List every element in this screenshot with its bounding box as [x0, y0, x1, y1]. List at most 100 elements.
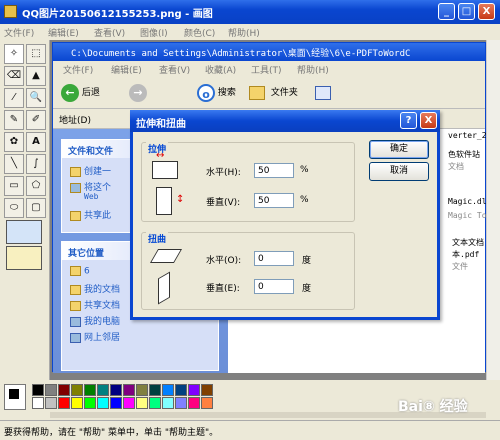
explorer-path: C:\Documents and Settings\Administrator\… [71, 49, 411, 59]
color-swatch[interactable] [45, 397, 57, 409]
airbrush-tool[interactable]: ✿ [4, 132, 24, 152]
color-swatch[interactable] [175, 397, 187, 409]
explorer-menu-bar: 文件(F) 编辑(E) 查看(V) 收藏(A) 工具(T) 帮助(H) [53, 61, 485, 77]
transparent-option[interactable] [6, 246, 42, 270]
rectangle-tool[interactable]: ▭ [4, 176, 24, 196]
skew-horizontal-icon [149, 249, 183, 263]
menu-file[interactable]: 文件(F) [4, 26, 34, 39]
menu-help[interactable]: 帮助(H) [228, 26, 260, 39]
fill-tool[interactable]: ▲ [26, 66, 46, 86]
stretch-group: 拉伸 ↔ 水平(H): % ↕ 垂直(V): % [141, 142, 355, 222]
skew-vertical-input[interactable] [254, 279, 294, 294]
rect-select-tool[interactable]: ⬚ [26, 44, 46, 64]
place-item-my-computer: 我的电脑 [70, 314, 120, 327]
close-button[interactable]: X [478, 3, 495, 20]
text-tool[interactable]: A [26, 132, 46, 152]
color-swatch[interactable] [32, 397, 44, 409]
menu-colors[interactable]: 颜色(C) [184, 26, 215, 39]
maximize-button[interactable]: □ [458, 3, 475, 20]
task-item-share: 共享此 [70, 208, 111, 221]
explorer-menu-file: 文件(F) [63, 66, 94, 76]
current-colors[interactable] [4, 384, 26, 410]
dialog-title-bar: 拉伸和扭曲 ? X [130, 110, 440, 132]
minimize-button[interactable]: _ [438, 3, 455, 20]
file-label: verter_2 [448, 131, 487, 140]
foreground-color [9, 389, 19, 399]
window-title: QQ图片20150612155253.png - 画图 [22, 9, 213, 20]
color-swatch[interactable] [84, 384, 96, 396]
brush-tool[interactable]: ✐ [26, 110, 46, 130]
color-swatch[interactable] [188, 397, 200, 409]
folder-icon [70, 284, 81, 295]
color-swatch[interactable] [110, 397, 122, 409]
file-label: Magic Too [448, 211, 492, 220]
color-swatch[interactable] [58, 384, 70, 396]
back-arrow-icon: ← [61, 83, 79, 102]
color-swatch[interactable] [71, 384, 83, 396]
color-swatch[interactable] [97, 397, 109, 409]
color-swatch[interactable] [188, 384, 200, 396]
menu-image[interactable]: 图像(I) [140, 26, 168, 39]
menu-view[interactable]: 查看(V) [94, 26, 125, 39]
eraser-tool[interactable]: ⌫ [4, 66, 24, 86]
color-swatch[interactable] [201, 384, 213, 396]
explorer-menu-view: 查看(V) [159, 66, 191, 76]
explorer-menu-help: 帮助(H) [297, 66, 329, 76]
curve-tool[interactable]: ∫ [26, 154, 46, 174]
dialog-help-button[interactable]: ? [400, 112, 417, 129]
skew-vertical-icon [158, 271, 170, 305]
color-swatch[interactable] [58, 397, 70, 409]
color-swatch[interactable] [45, 384, 57, 396]
color-swatch[interactable] [71, 397, 83, 409]
skew-horizontal-input[interactable] [254, 251, 294, 266]
paint-app-icon [4, 5, 17, 18]
search-icon: o [197, 83, 215, 102]
pencil-tool[interactable]: ✎ [4, 110, 24, 130]
color-swatch[interactable] [149, 384, 161, 396]
degree-unit: 度 [302, 284, 312, 294]
percent-unit: % [300, 195, 309, 205]
rounded-rect-tool[interactable]: ▢ [26, 198, 46, 218]
vertical-scrollbar[interactable] [486, 40, 500, 380]
opaque-option[interactable] [6, 220, 42, 244]
ok-button[interactable]: 确定 [369, 140, 429, 159]
dialog-close-button[interactable]: X [420, 112, 437, 129]
stretch-vertical-input[interactable] [254, 193, 294, 208]
status-text: 要获得帮助，请在 "帮助" 菜单中，单击 "帮助主题"。 [4, 428, 219, 438]
cancel-button[interactable]: 取消 [369, 162, 429, 181]
color-swatch[interactable] [84, 397, 96, 409]
color-swatch[interactable] [123, 384, 135, 396]
folder-icon [249, 85, 265, 100]
polygon-tool[interactable]: ⬠ [26, 176, 46, 196]
ellipse-tool[interactable]: ⬭ [4, 198, 24, 218]
magnifier-tool[interactable]: 🔍 [26, 88, 46, 108]
color-swatch[interactable] [136, 397, 148, 409]
explorer-menu-favorites: 收藏(A) [205, 66, 237, 76]
color-swatch[interactable] [110, 384, 122, 396]
free-select-tool[interactable]: ✧ [4, 44, 24, 64]
new-folder-icon [70, 166, 81, 177]
color-swatch[interactable] [123, 397, 135, 409]
stretch-horizontal-input[interactable] [254, 163, 294, 178]
color-swatch[interactable] [149, 397, 161, 409]
network-icon [70, 332, 81, 343]
toolbox: ✧ ⬚ ⌫ ▲ ⁄ 🔍 ✎ ✐ ✿ A ╲ ∫ ▭ ⬠ ⬭ ▢ [0, 40, 50, 380]
explorer-views-button [315, 83, 334, 103]
explorer-search-button: o 搜索 [197, 83, 236, 103]
color-swatch[interactable] [162, 397, 174, 409]
color-swatch[interactable] [136, 384, 148, 396]
color-picker-tool[interactable]: ⁄ [4, 88, 24, 108]
color-swatch[interactable] [97, 384, 109, 396]
line-tool[interactable]: ╲ [4, 154, 24, 174]
menu-edit[interactable]: 编辑(E) [48, 26, 79, 39]
color-swatch[interactable] [162, 384, 174, 396]
explorer-toolbar: ← 后退 → o 搜索 文件夹 [53, 77, 485, 109]
color-swatch[interactable] [201, 397, 213, 409]
degree-unit: 度 [302, 256, 312, 266]
explorer-menu-tools: 工具(T) [251, 66, 282, 76]
task-item-web: Web [84, 192, 99, 201]
explorer-folders-button: 文件夹 [249, 83, 298, 103]
color-swatch[interactable] [32, 384, 44, 396]
color-swatch[interactable] [175, 384, 187, 396]
computer-icon [70, 316, 81, 327]
